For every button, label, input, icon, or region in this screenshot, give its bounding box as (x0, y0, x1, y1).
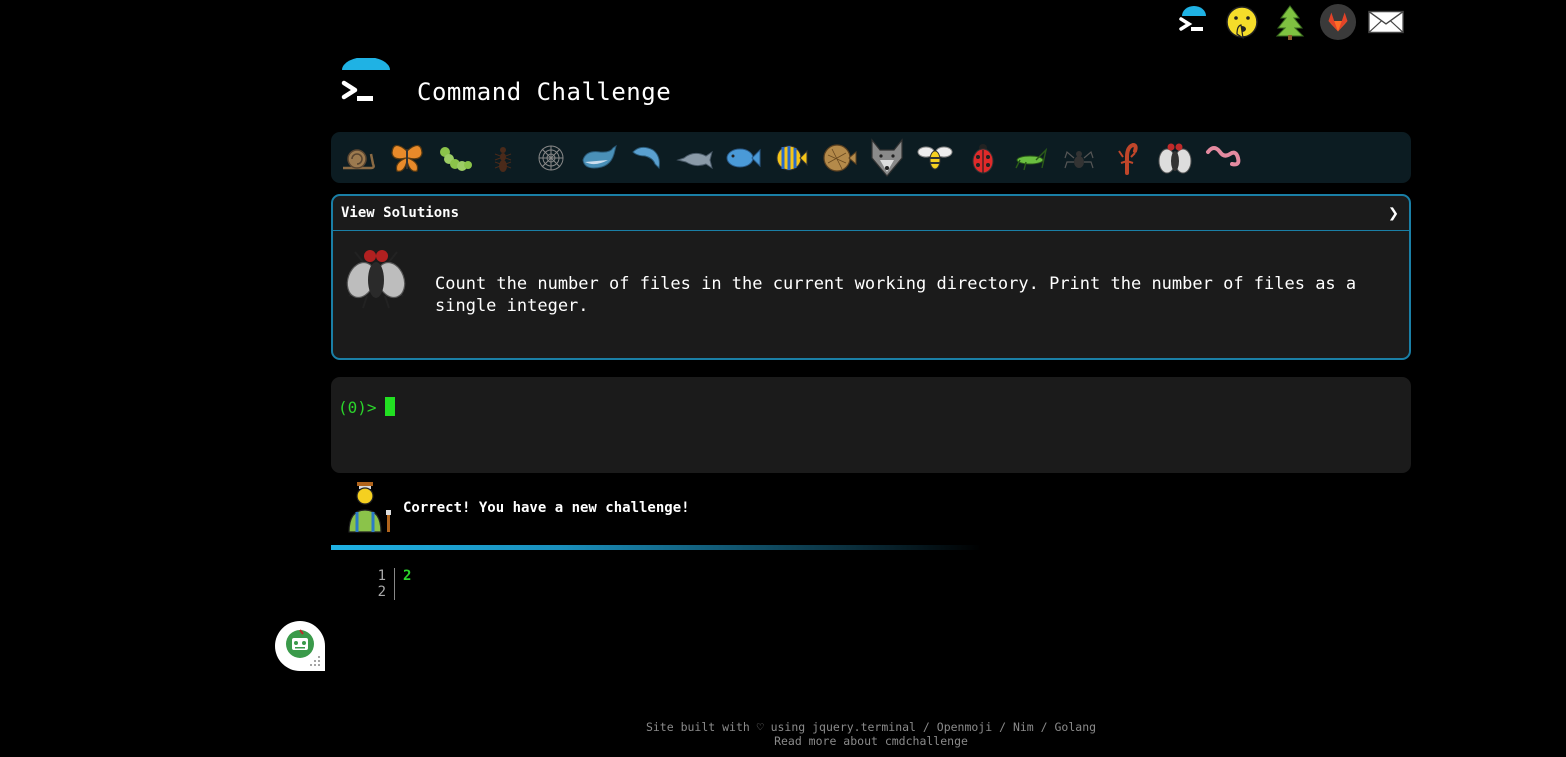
feedback-message: Correct! You have a new challenge! (403, 500, 690, 516)
fly-challenge-icon (345, 246, 407, 310)
footer-prefix: Site built with ♡ using (645, 720, 813, 734)
challenge-description: Count the number of files in the current… (435, 274, 1357, 316)
cricket-icon[interactable] (1011, 138, 1051, 178)
output-line: 1 2 (368, 568, 411, 584)
dolphin-jumping-icon[interactable] (627, 138, 667, 178)
spider-web-icon[interactable] (531, 138, 571, 178)
ladybug-icon[interactable] (963, 138, 1003, 178)
link-jquery-terminal[interactable]: jquery.terminal (812, 720, 916, 734)
terminal-prompt: (0)> (338, 398, 377, 417)
site-logo-icon[interactable] (340, 57, 394, 108)
ant-icon[interactable] (483, 138, 523, 178)
output-line: 2 (368, 584, 411, 600)
spider-icon[interactable] (1059, 138, 1099, 178)
person-farmer-icon (343, 480, 395, 534)
terminal-cursor (385, 397, 395, 416)
command-output: 1 2 2 (368, 568, 411, 600)
line-number: 1 (368, 568, 395, 584)
footer-credits: Site built with ♡ using jquery.terminal … (0, 720, 1566, 734)
snail-icon[interactable] (339, 138, 379, 178)
view-solutions-label: View Solutions (341, 205, 460, 221)
worm-icon[interactable] (1203, 138, 1243, 178)
link-nim[interactable]: Nim (1013, 720, 1034, 734)
fish-icon[interactable] (723, 138, 763, 178)
terminal-input[interactable]: (0)> (331, 377, 1411, 473)
caterpillar-icon[interactable] (435, 138, 475, 178)
footer-sep: / (1033, 720, 1055, 734)
footer: Site built with ♡ using jquery.terminal … (0, 720, 1566, 748)
fly-icon[interactable] (1155, 138, 1195, 178)
link-read-more[interactable]: Read more about cmdchallenge (774, 734, 968, 748)
butterfly-icon[interactable] (387, 138, 427, 178)
link-openmoji[interactable]: Openmoji (937, 720, 992, 734)
tropical-fish-icon[interactable] (771, 138, 811, 178)
wolf-icon[interactable] (867, 137, 907, 178)
shushing-face-icon[interactable] (1223, 2, 1261, 42)
envelope-icon[interactable] (1367, 2, 1405, 42)
bee-icon[interactable] (915, 138, 955, 178)
progress-divider (331, 545, 981, 550)
chat-bot-button[interactable] (275, 621, 325, 671)
whale-icon[interactable] (579, 138, 619, 178)
footer-sep: / (992, 720, 1013, 734)
gitlab-icon[interactable] (1319, 2, 1357, 42)
cmdchallenge-logo-icon[interactable] (1175, 2, 1213, 42)
challenge-creature-strip (331, 132, 1411, 183)
output-value: 2 (403, 568, 412, 584)
dolphin-icon[interactable] (675, 138, 715, 178)
challenge-panel: View Solutions ❯ Count the number of fil… (331, 194, 1411, 360)
chevron-right-icon[interactable]: ❯ (1388, 203, 1399, 224)
link-golang[interactable]: Golang (1055, 720, 1097, 734)
footer-sep: / (915, 720, 937, 734)
blowfish-icon[interactable] (819, 138, 859, 178)
line-number: 2 (368, 584, 395, 600)
view-solutions-toggle[interactable]: View Solutions ❯ (333, 196, 1409, 231)
page-title: Command Challenge (417, 78, 672, 106)
tree-icon[interactable] (1271, 2, 1309, 42)
top-icon-bar (1175, 2, 1405, 42)
scorpion-icon[interactable] (1107, 138, 1147, 178)
output-value (395, 584, 403, 600)
